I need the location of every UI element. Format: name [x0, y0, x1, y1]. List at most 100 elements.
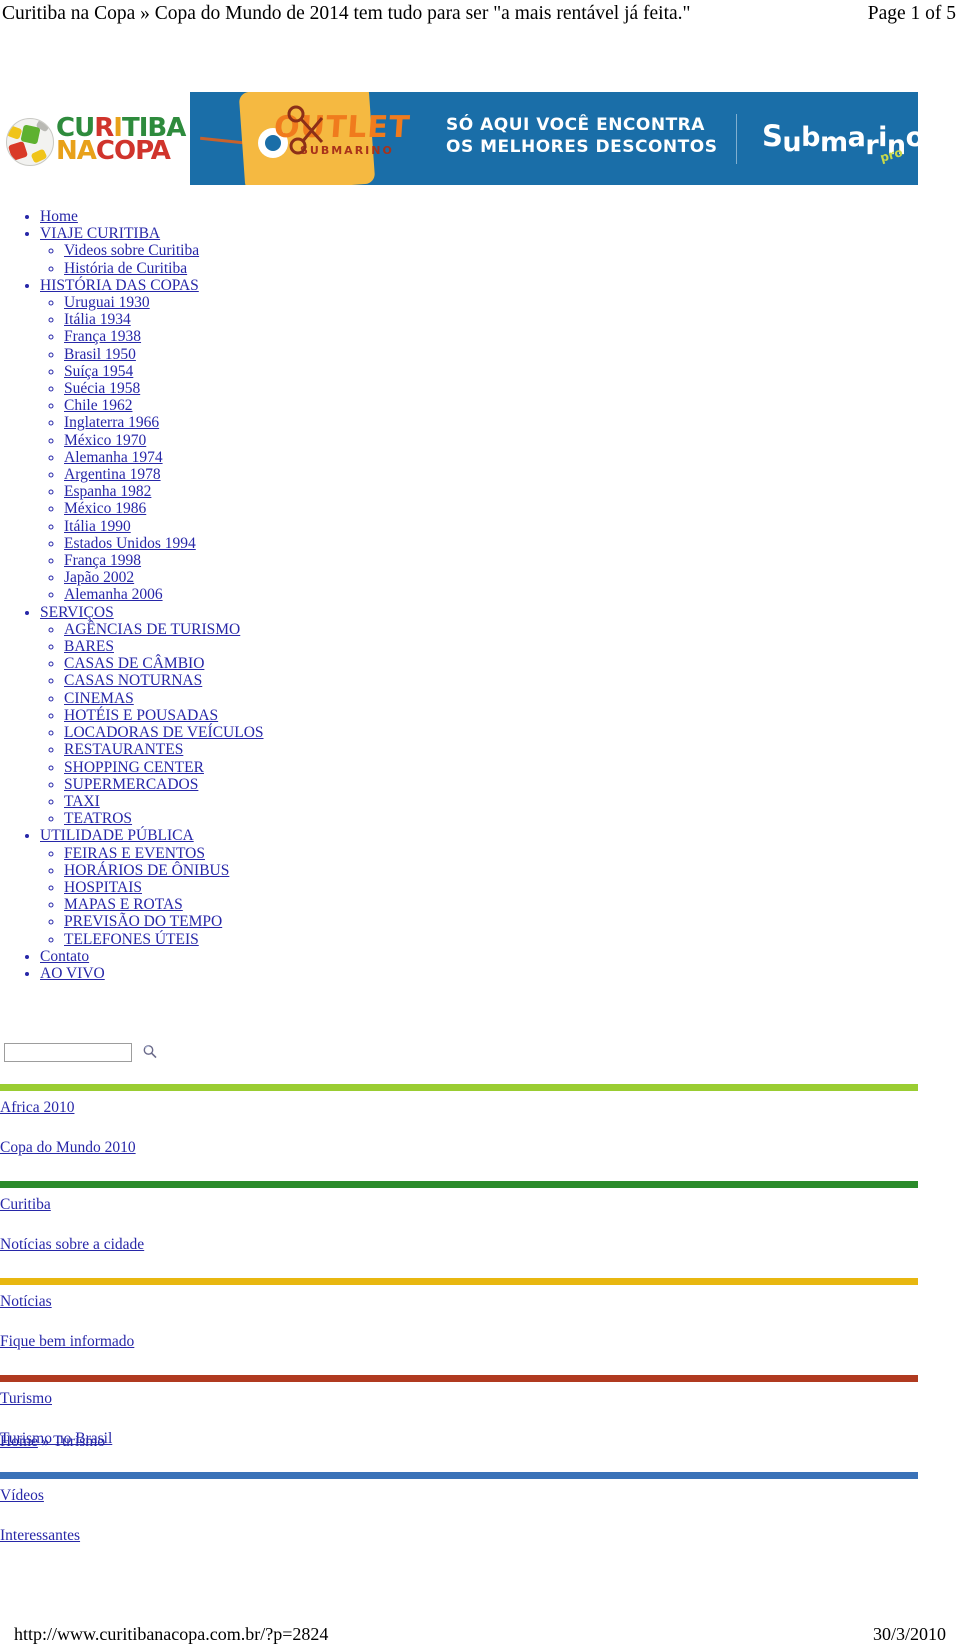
widget-subtitle-link[interactable]: Copa do Mundo 2010 [0, 1139, 136, 1156]
widget-title-link[interactable]: Notícias [0, 1293, 52, 1310]
nav-sublink[interactable]: México 1970 [64, 432, 146, 449]
nav-link[interactable]: HISTÓRIA DAS COPAS [40, 277, 199, 294]
logo-copa: COPA [95, 135, 171, 166]
nav-subitem: Alemanha 2006 [64, 586, 500, 603]
nav-sublink[interactable]: HORÁRIOS DE ÔNIBUS [64, 862, 229, 879]
print-header-title: Curitiba na Copa » Copa do Mundo de 2014… [2, 3, 691, 24]
nav-sublink[interactable]: Japão 2002 [64, 569, 134, 586]
nav-sublink[interactable]: Itália 1990 [64, 518, 131, 535]
nav-sublink[interactable]: Itália 1934 [64, 311, 131, 328]
nav-sublink[interactable]: HOTÉIS E POUSADAS [64, 707, 218, 724]
print-footer-url: http://www.curitibanacopa.com.br/?p=2824 [14, 1624, 329, 1644]
nav-subitem: CASAS DE CÂMBIO [64, 655, 500, 672]
nav-subitem: HOSPITAIS [64, 879, 500, 896]
widget-color-bar [0, 1472, 918, 1479]
nav-sublink[interactable]: TEATROS [64, 810, 132, 827]
nav-subitem: Alemanha 1974 [64, 449, 500, 466]
nav-subitem: México 1986 [64, 500, 500, 517]
nav-subitem: CINEMAS [64, 690, 500, 707]
nav-list-level-2: FEIRAS E EVENTOSHORÁRIOS DE ÔNIBUSHOSPIT… [40, 845, 500, 948]
nav-sublink[interactable]: AGÊNCIAS DE TURISMO [64, 621, 240, 638]
nav-link[interactable]: Home [40, 208, 78, 225]
nav-sublink[interactable]: Inglaterra 1966 [64, 414, 159, 431]
nav-sublink[interactable]: Espanha 1982 [64, 483, 151, 500]
nav-sublink[interactable]: FEIRAS E EVENTOS [64, 845, 205, 862]
nav-sublink[interactable]: França 1938 [64, 328, 141, 345]
nav-item: SERVIÇOSAGÊNCIAS DE TURISMOBARESCASAS DE… [40, 604, 500, 828]
nav-sublink[interactable]: SHOPPING CENTER [64, 759, 204, 776]
nav-sublink[interactable]: Chile 1962 [64, 397, 132, 414]
nav-sublink[interactable]: LOCADORAS DE VEÍCULOS [64, 724, 264, 741]
search-form [4, 1040, 204, 1064]
nav-sublink[interactable]: Argentina 1978 [64, 466, 161, 483]
nav-list-level-2: Uruguai 1930Itália 1934França 1938Brasil… [40, 294, 500, 604]
nav-link[interactable]: SERVIÇOS [40, 604, 114, 621]
nav-subitem: Argentina 1978 [64, 466, 500, 483]
nav-subitem: AGÊNCIAS DE TURISMO [64, 621, 500, 638]
nav-sublink[interactable]: PREVISÃO DO TEMPO [64, 913, 222, 930]
nav-sublink[interactable]: Estados Unidos 1994 [64, 535, 196, 552]
nav-sublink[interactable]: HOSPITAIS [64, 879, 142, 896]
widget-title-link[interactable]: Curitiba [0, 1196, 51, 1213]
nav-sublink[interactable]: Suíça 1954 [64, 363, 133, 380]
print-footer: http://www.curitibanacopa.com.br/?p=2824… [0, 1622, 960, 1646]
logo-wordmark: CURITIBA NACOPA [56, 115, 186, 166]
widget-subtitle-link[interactable]: Notícias sobre a cidade [0, 1236, 144, 1253]
nav-link[interactable]: Contato [40, 948, 89, 965]
nav-sublink[interactable]: RESTAURANTES [64, 741, 183, 758]
nav-sublink[interactable]: CINEMAS [64, 690, 134, 707]
nav-item: VIAJE CURITIBAVideos sobre CuritibaHistó… [40, 225, 500, 277]
nav-link[interactable]: AO VIVO [40, 965, 105, 982]
nav-subitem: FEIRAS E EVENTOS [64, 845, 500, 862]
nav-sublink[interactable]: TELEFONES ÚTEIS [64, 931, 199, 948]
nav-subitem: Brasil 1950 [64, 346, 500, 363]
nav-sublink[interactable]: Brasil 1950 [64, 346, 136, 363]
search-input[interactable] [4, 1042, 132, 1062]
widget-subtitle-link[interactable]: Interessantes [0, 1527, 80, 1544]
widget-title-link[interactable]: Turismo [0, 1390, 52, 1407]
nav-subitem: França 1998 [64, 552, 500, 569]
nav-sublink[interactable]: TAXI [64, 793, 100, 810]
nav-sublink[interactable]: Alemanha 1974 [64, 449, 163, 466]
nav-subitem: TEATROS [64, 810, 500, 827]
widget-subtitle: Fique bem informado [0, 1311, 918, 1375]
nav-subitem: Itália 1990 [64, 518, 500, 535]
widget-subtitle-link[interactable]: Fique bem informado [0, 1333, 134, 1350]
widget-section: Africa 2010 Copa do Mundo 2010 [0, 1084, 918, 1181]
nav-sublink[interactable]: BARES [64, 638, 114, 655]
nav-item: UTILIDADE PÚBLICAFEIRAS E EVENTOSHORÁRIO… [40, 827, 500, 947]
magnifier-icon[interactable] [142, 1044, 158, 1060]
nav-subitem: Suíça 1954 [64, 363, 500, 380]
nav-sublink[interactable]: Alemanha 2006 [64, 586, 163, 603]
widget-color-bar [0, 1084, 918, 1091]
nav-sublink[interactable]: França 1998 [64, 552, 141, 569]
nav-subitem: SHOPPING CENTER [64, 759, 500, 776]
widget-section: Vídeos Interessantes [0, 1472, 918, 1569]
widget-title: Curitiba [0, 1188, 918, 1214]
breadcrumb-item-home[interactable]: Home [0, 1433, 38, 1450]
nav-link[interactable]: VIAJE CURITIBA [40, 225, 160, 242]
nav-subitem: TAXI [64, 793, 500, 810]
nav-sublink[interactable]: Uruguai 1930 [64, 294, 150, 311]
widget-title: Notícias [0, 1285, 918, 1311]
nav-link[interactable]: UTILIDADE PÚBLICA [40, 827, 194, 844]
nav-subitem: PREVISÃO DO TEMPO [64, 913, 500, 930]
nav-subitem: RESTAURANTES [64, 741, 500, 758]
nav-sublink[interactable]: MAPAS E ROTAS [64, 896, 183, 913]
nav-sublink[interactable]: SUPERMERCADOS [64, 776, 198, 793]
widget-title-link[interactable]: Vídeos [0, 1487, 44, 1504]
nav-sublink[interactable]: Videos sobre Curitiba [64, 242, 199, 259]
widget-subtitle: Interessantes [0, 1505, 918, 1569]
site-logo[interactable]: CURITIBA NACOPA [0, 92, 190, 185]
nav-sublink[interactable]: México 1986 [64, 500, 146, 517]
nav-sublink[interactable]: CASAS NOTURNAS [64, 672, 202, 689]
nav-sublink[interactable]: História de Curitiba [64, 260, 187, 277]
ad-copy-line-1: SÓ AQUI VOCÊ ENCONTRA [446, 115, 705, 135]
widget-title-link[interactable]: Africa 2010 [0, 1099, 74, 1116]
nav-sublink[interactable]: CASAS DE CÂMBIO [64, 655, 204, 672]
print-footer-date: 30/3/2010 [872, 1624, 946, 1644]
submarino-ad-banner[interactable]: OUTLET SUBMARINO SÓ AQUI VOCÊ ENCONTRA O… [190, 92, 918, 185]
widget-title: Vídeos [0, 1479, 918, 1505]
nav-sublink[interactable]: Suécia 1958 [64, 380, 140, 397]
print-header-page-indicator: Page 1 of 5 [867, 3, 956, 24]
